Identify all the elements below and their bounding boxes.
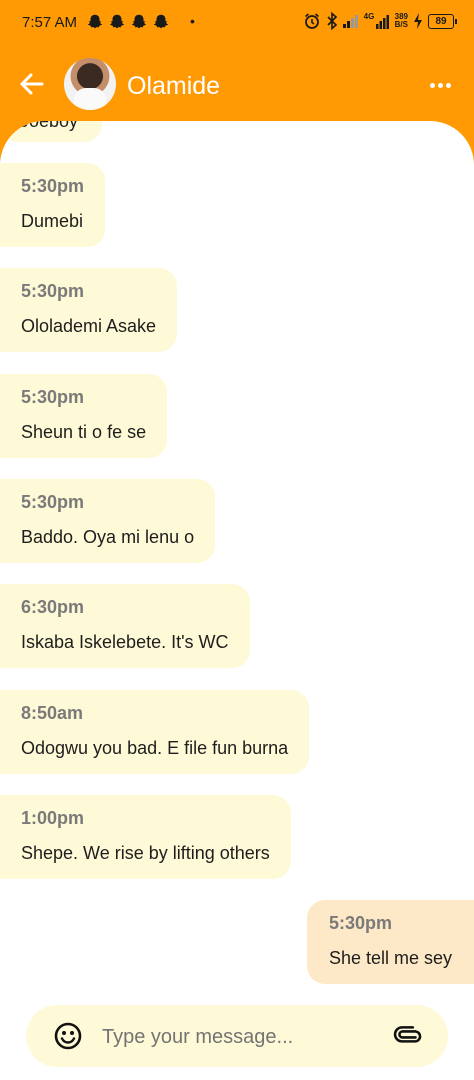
message-time: 6:30pm bbox=[21, 597, 85, 617]
message-time: 5:30pm bbox=[328, 913, 392, 933]
message-time: 5:30pm bbox=[21, 387, 85, 407]
more-options-button[interactable] bbox=[430, 76, 454, 94]
message-time: 8:50am bbox=[21, 703, 84, 723]
message-bubble[interactable]: 5:30pm Ololademi Asake bbox=[0, 268, 178, 352]
alarm-icon bbox=[304, 13, 319, 29]
message-bubble[interactable]: 5:30pm Baddo. Oya mi lenu o bbox=[0, 479, 216, 563]
message-composer bbox=[26, 1005, 448, 1067]
message-time: 5:30pm bbox=[21, 176, 85, 196]
snapchat-icon bbox=[87, 14, 103, 29]
message-bubble-sent[interactable]: 5:30pm She tell me sey bbox=[306, 900, 474, 984]
network-speed: 389 B/S bbox=[394, 12, 408, 29]
message-bubble[interactable]: 1:00pm Shepe. We rise by lifting others bbox=[0, 795, 291, 879]
message-bubble[interactable]: 5:30pm Sheun ti o fe se bbox=[0, 374, 168, 458]
snapchat-icon bbox=[153, 14, 169, 29]
paperclip-icon bbox=[393, 1026, 422, 1043]
signal-4g-icon: 4G bbox=[364, 12, 390, 29]
message-time: 5:30pm bbox=[21, 281, 85, 301]
message-bubble-partial[interactable]: Joeboy bbox=[0, 121, 103, 142]
message-text: Dumebi bbox=[21, 211, 84, 231]
smiley-icon bbox=[54, 1022, 82, 1050]
message-input[interactable] bbox=[100, 1019, 374, 1055]
status-bar: 7:57 AM • 4G 389 B/S 89 bbox=[0, 0, 474, 46]
snapchat-icon bbox=[109, 14, 125, 29]
signal-icon bbox=[342, 15, 358, 28]
avatar[interactable] bbox=[64, 58, 116, 110]
contact-name[interactable]: Olamide bbox=[127, 72, 220, 101]
message-time: 1:00pm bbox=[21, 808, 85, 828]
emoji-button[interactable] bbox=[53, 1021, 83, 1051]
message-bubble[interactable]: 8:50am Odogwu you bad. E file fun burna bbox=[0, 690, 310, 774]
charging-icon bbox=[414, 13, 422, 29]
message-time: 5:30pm bbox=[21, 492, 85, 512]
status-dot: • bbox=[190, 13, 195, 29]
chat-header: Olamide bbox=[0, 46, 474, 124]
arrow-left-icon bbox=[20, 73, 44, 95]
message-text: Baddo. Oya mi lenu o bbox=[21, 527, 195, 547]
status-right: 4G 389 B/S 89 bbox=[303, 12, 457, 30]
back-button[interactable] bbox=[16, 68, 48, 100]
message-text: Ololademi Asake bbox=[21, 316, 157, 336]
message-bubble[interactable]: 6:30pm Iskaba Iskelebete. It's WC bbox=[0, 584, 250, 668]
bluetooth-icon bbox=[327, 12, 337, 30]
message-text: Iskaba Iskelebete. It's WC bbox=[21, 632, 229, 652]
message-text: Shepe. We rise by lifting others bbox=[21, 843, 270, 863]
message-text: Odogwu you bad. E file fun burna bbox=[21, 738, 289, 758]
message-text: Joeboy bbox=[20, 121, 79, 131]
notification-icons bbox=[86, 13, 170, 31]
message-text: Sheun ti o fe se bbox=[21, 422, 147, 442]
message-bubble[interactable]: 5:30pm Dumebi bbox=[0, 163, 106, 247]
snapchat-icon bbox=[131, 14, 147, 29]
battery-indicator: 89 bbox=[428, 13, 457, 29]
more-horizontal-icon bbox=[430, 82, 435, 88]
message-list[interactable]: Joeboy 5:30pm Dumebi 5:30pm Ololademi As… bbox=[0, 121, 474, 1080]
status-time: 7:57 AM bbox=[22, 14, 78, 31]
message-text: She tell me sey bbox=[328, 948, 452, 968]
attach-button[interactable] bbox=[392, 1021, 422, 1051]
